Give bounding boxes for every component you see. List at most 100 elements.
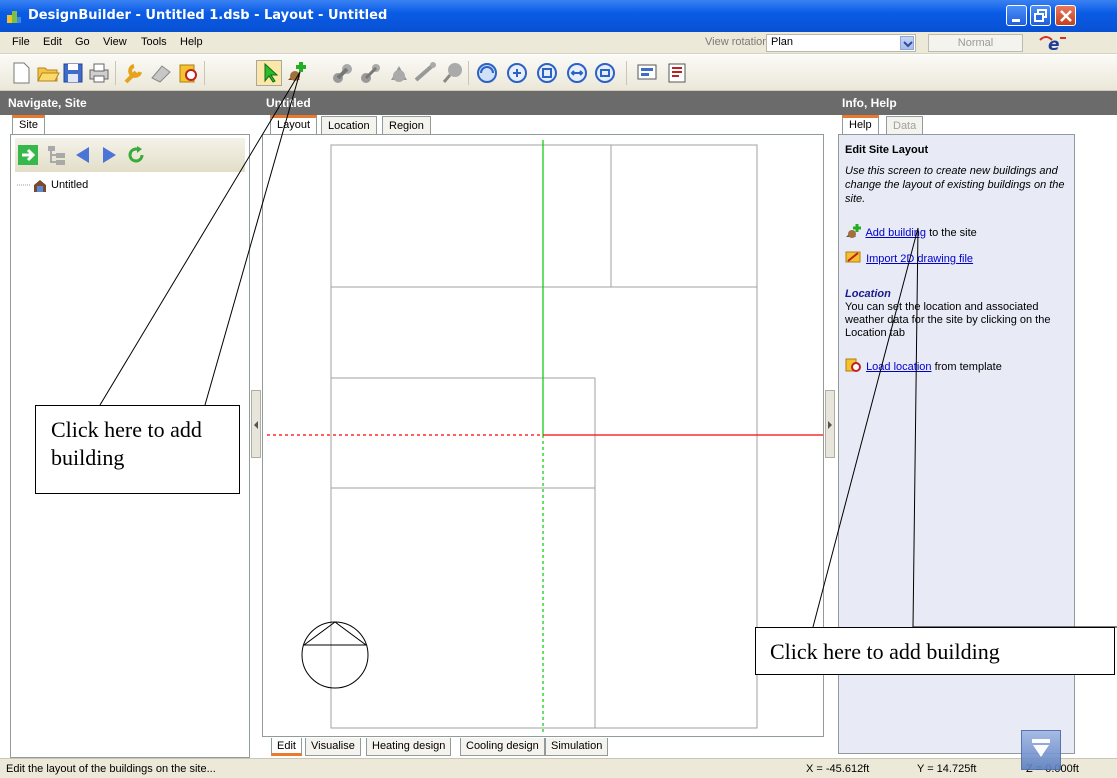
load-template-icon [845, 358, 861, 372]
open-folder-icon[interactable] [35, 60, 61, 86]
tab-site[interactable]: Site [12, 115, 45, 134]
menu-bar: File Edit Go View Tools Help View rotati… [0, 32, 1117, 54]
load-location-link[interactable]: Load location [866, 361, 931, 373]
callout-right: Click here to add building [755, 627, 1115, 675]
block-tool-icon[interactable] [330, 60, 356, 86]
close-button[interactable] [1055, 5, 1076, 26]
report-icon[interactable] [664, 60, 690, 86]
building-icon [34, 180, 46, 192]
help-heading: Edit Site Layout [845, 144, 929, 156]
main-toolbar [0, 55, 1117, 91]
tree-item-label: Untitled [51, 179, 89, 191]
status-message: Edit the layout of the buildings on the … [6, 763, 216, 775]
add-building-suffix: to the site [926, 227, 977, 239]
component-tool-icon[interactable] [386, 60, 412, 86]
tree-connector [17, 184, 31, 186]
measure-tool-icon[interactable] [412, 60, 438, 86]
menu-edit[interactable]: Edit [43, 36, 62, 48]
e-logo-icon: e [1039, 35, 1066, 52]
left-panel-header: Navigate, Site [0, 91, 250, 115]
view-rotation-value: Plan [771, 36, 794, 48]
arrow-pointer-icon [264, 62, 279, 83]
site-layout-canvas[interactable] [262, 134, 824, 737]
status-bar: Edit the layout of the buildings on the … [0, 758, 1117, 778]
chevron-down-icon[interactable] [900, 36, 914, 50]
tab-cooling-design[interactable]: Cooling design [460, 738, 545, 756]
x-coordinate: X = -45.612ft [806, 763, 870, 775]
menu-help[interactable]: Help [180, 36, 203, 48]
rotate-view-icon[interactable] [474, 60, 500, 86]
left-splitter-handle[interactable] [251, 390, 261, 458]
mode-indicator: Normal [928, 34, 1023, 52]
print-icon[interactable] [86, 60, 112, 86]
chevron-left-icon [254, 421, 258, 429]
tab-help[interactable]: Help [842, 115, 879, 134]
help-intro-text: Use this screen to create new buildings … [845, 165, 1065, 205]
plan-gridline [330, 377, 596, 729]
minimize-icon [1012, 19, 1020, 22]
add-building-icon[interactable] [284, 60, 310, 86]
refresh-icon[interactable] [125, 144, 147, 166]
window-title: DesignBuilder - Untitled 1.dsb - Layout … [28, 8, 388, 23]
add-building-link[interactable]: Add building [865, 227, 926, 239]
svg-text:e: e [1048, 35, 1060, 52]
scroll-down-button[interactable] [1021, 730, 1061, 770]
partition-tool-icon[interactable] [358, 60, 384, 86]
tab-heating-design[interactable]: Heating design [366, 738, 452, 756]
menu-tools[interactable]: Tools [141, 36, 167, 48]
tab-visualise[interactable]: Visualise [305, 738, 361, 756]
location-help-text: You can set the location and associated … [845, 301, 1051, 339]
site-plan-drawing [267, 140, 823, 735]
tab-region[interactable]: Region [382, 116, 431, 135]
import-drawing-icon [845, 251, 861, 263]
chevron-right-icon [828, 421, 832, 429]
restore-icon [1034, 9, 1047, 22]
load-template-icon[interactable] [176, 60, 202, 86]
select-tool-button[interactable] [256, 60, 282, 86]
close-icon [1060, 10, 1072, 22]
add-building-line: Add building to the site [845, 223, 977, 239]
menu-file[interactable]: File [12, 36, 30, 48]
title-bar: DesignBuilder - Untitled 1.dsb - Layout … [0, 0, 1117, 32]
zoom-extents-icon[interactable] [534, 60, 560, 86]
view-rotation-label: View rotation [705, 36, 769, 48]
screen-capture-icon[interactable] [634, 60, 660, 86]
designbuilder-app-icon [7, 11, 21, 23]
import-drawing-line: Import 2D drawing file [845, 249, 973, 265]
right-splitter-handle[interactable] [825, 390, 835, 458]
pin-tool-icon[interactable] [440, 60, 466, 86]
view-rotation-select[interactable]: Plan [766, 34, 916, 52]
menu-view[interactable]: View [103, 36, 127, 48]
north-arrow-icon [301, 621, 369, 689]
center-panel-header: Untitled [258, 91, 828, 115]
hierarchy-icon[interactable] [45, 144, 67, 166]
save-icon[interactable] [60, 60, 86, 86]
zoom-in-icon[interactable] [504, 60, 530, 86]
wrench-icon[interactable] [120, 60, 146, 86]
load-location-line: Load location from template [845, 357, 1002, 373]
forward-arrow-icon[interactable] [99, 145, 119, 165]
eraser-icon[interactable] [148, 60, 174, 86]
arrow-down-icon [1032, 739, 1050, 757]
menu-go[interactable]: Go [75, 36, 90, 48]
enter-arrow-icon[interactable] [17, 144, 39, 166]
navigation-toolbar [15, 138, 245, 172]
minimize-button[interactable] [1006, 5, 1027, 26]
zoom-pan-icon[interactable] [564, 60, 590, 86]
tab-location[interactable]: Location [321, 116, 377, 135]
new-file-icon[interactable] [8, 60, 34, 86]
right-panel-header: Info, Help [834, 91, 1117, 115]
tab-layout[interactable]: Layout [270, 115, 318, 134]
zoom-window-icon[interactable] [592, 60, 618, 86]
tab-simulation[interactable]: Simulation [545, 738, 609, 756]
callout-left: Click here to add building [35, 405, 240, 494]
restore-button[interactable] [1030, 5, 1051, 26]
back-arrow-icon[interactable] [73, 145, 93, 165]
location-heading: Location [845, 288, 891, 300]
y-coordinate: Y = 14.725ft [917, 763, 977, 775]
import-drawing-link[interactable]: Import 2D drawing file [866, 253, 973, 265]
load-location-suffix: from template [931, 361, 1002, 373]
tab-data[interactable]: Data [886, 116, 924, 135]
tab-edit[interactable]: Edit [271, 738, 302, 756]
add-building-icon [846, 224, 861, 238]
